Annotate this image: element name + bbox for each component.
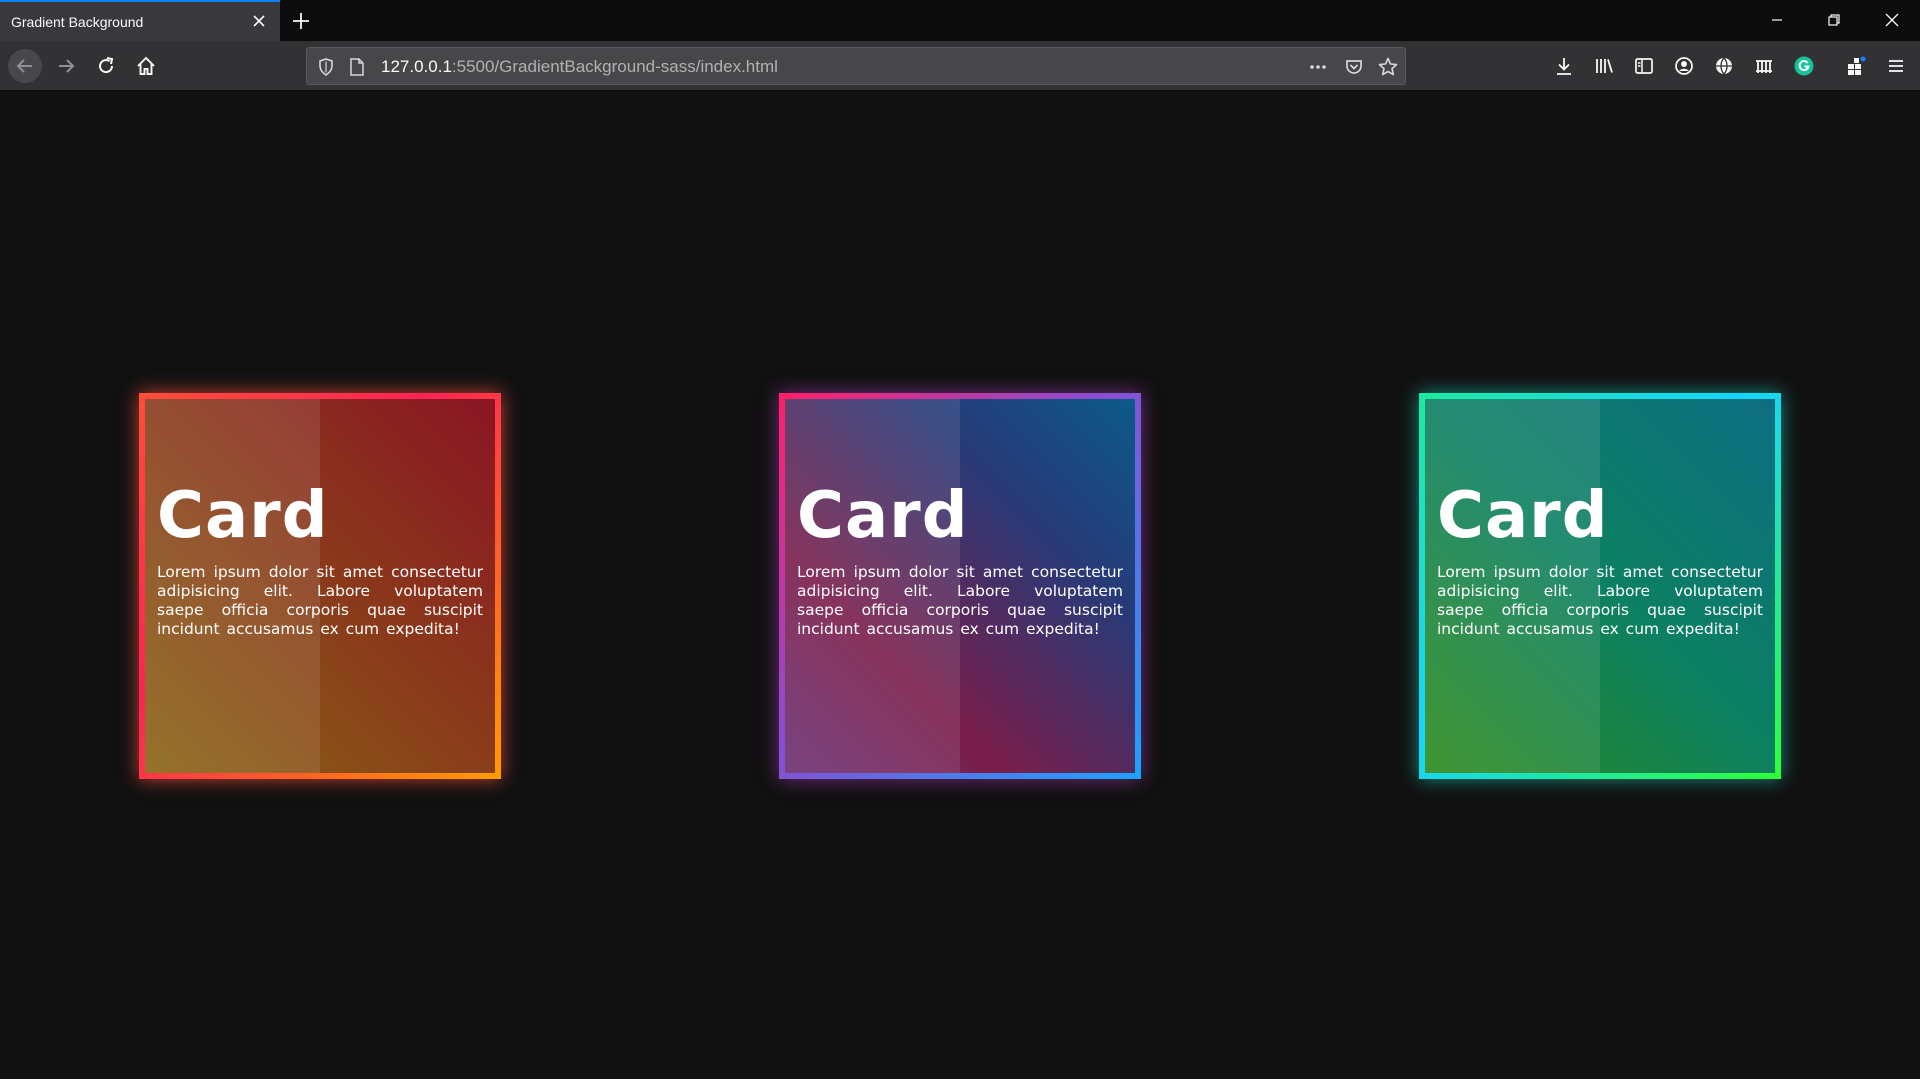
minimize-icon[interactable] (1765, 8, 1789, 32)
url-path: :5500/GradientBackground-sass/index.html (451, 57, 778, 76)
card-green: Card Lorem ipsum dolor sit amet consecte… (1419, 393, 1781, 779)
card-purple: Card Lorem ipsum dolor sit amet consecte… (779, 393, 1141, 779)
card-title: Card (1437, 479, 1609, 553)
tab-strip: Gradient Background (0, 0, 1920, 41)
shield-icon[interactable] (315, 56, 337, 78)
url-text[interactable]: 127.0.0.1:5500/GradientBackground-sass/i… (381, 48, 778, 86)
globe-icon[interactable] (1713, 55, 1735, 77)
page-viewport: Card Lorem ipsum dolor sit amet consecte… (0, 91, 1920, 1079)
reload-icon[interactable] (89, 49, 123, 83)
navigation-toolbar: 127.0.0.1:5500/GradientBackground-sass/i… (0, 41, 1920, 91)
hamburger-menu-icon[interactable] (1885, 55, 1907, 77)
url-bar[interactable]: 127.0.0.1:5500/GradientBackground-sass/i… (306, 47, 1406, 85)
download-icon[interactable] (1553, 55, 1575, 77)
url-host: 127.0.0.1 (381, 57, 452, 76)
sidebar-icon[interactable] (1633, 55, 1655, 77)
page-icon (346, 56, 368, 78)
arrow-left-icon[interactable] (8, 49, 42, 83)
restore-icon[interactable] (1822, 8, 1846, 32)
more-dots-icon[interactable] (1307, 56, 1329, 78)
tab-title: Gradient Background (11, 13, 144, 30)
card-text: Lorem ipsum dolor sit amet consectetur a… (157, 563, 483, 638)
grammarly-icon[interactable] (1793, 55, 1815, 77)
card-text: Lorem ipsum dolor sit amet consectetur a… (797, 563, 1123, 638)
extensions-icon[interactable] (1845, 55, 1867, 77)
card-title: Card (157, 479, 329, 553)
home-icon[interactable] (129, 49, 163, 83)
grid-extension-icon[interactable] (1753, 55, 1775, 77)
card-orange: Card Lorem ipsum dolor sit amet consecte… (139, 393, 501, 779)
close-icon[interactable] (248, 10, 270, 32)
star-icon[interactable] (1377, 56, 1399, 78)
arrow-right-icon[interactable] (49, 49, 83, 83)
card-text: Lorem ipsum dolor sit amet consectetur a… (1437, 563, 1763, 638)
pocket-icon[interactable] (1343, 56, 1365, 78)
card-title: Card (797, 479, 969, 553)
library-icon[interactable] (1593, 55, 1615, 77)
account-icon[interactable] (1673, 55, 1695, 77)
window-close-icon[interactable] (1880, 8, 1904, 32)
tab-gradient-background[interactable]: Gradient Background (0, 0, 280, 41)
plus-icon[interactable] (289, 9, 313, 33)
